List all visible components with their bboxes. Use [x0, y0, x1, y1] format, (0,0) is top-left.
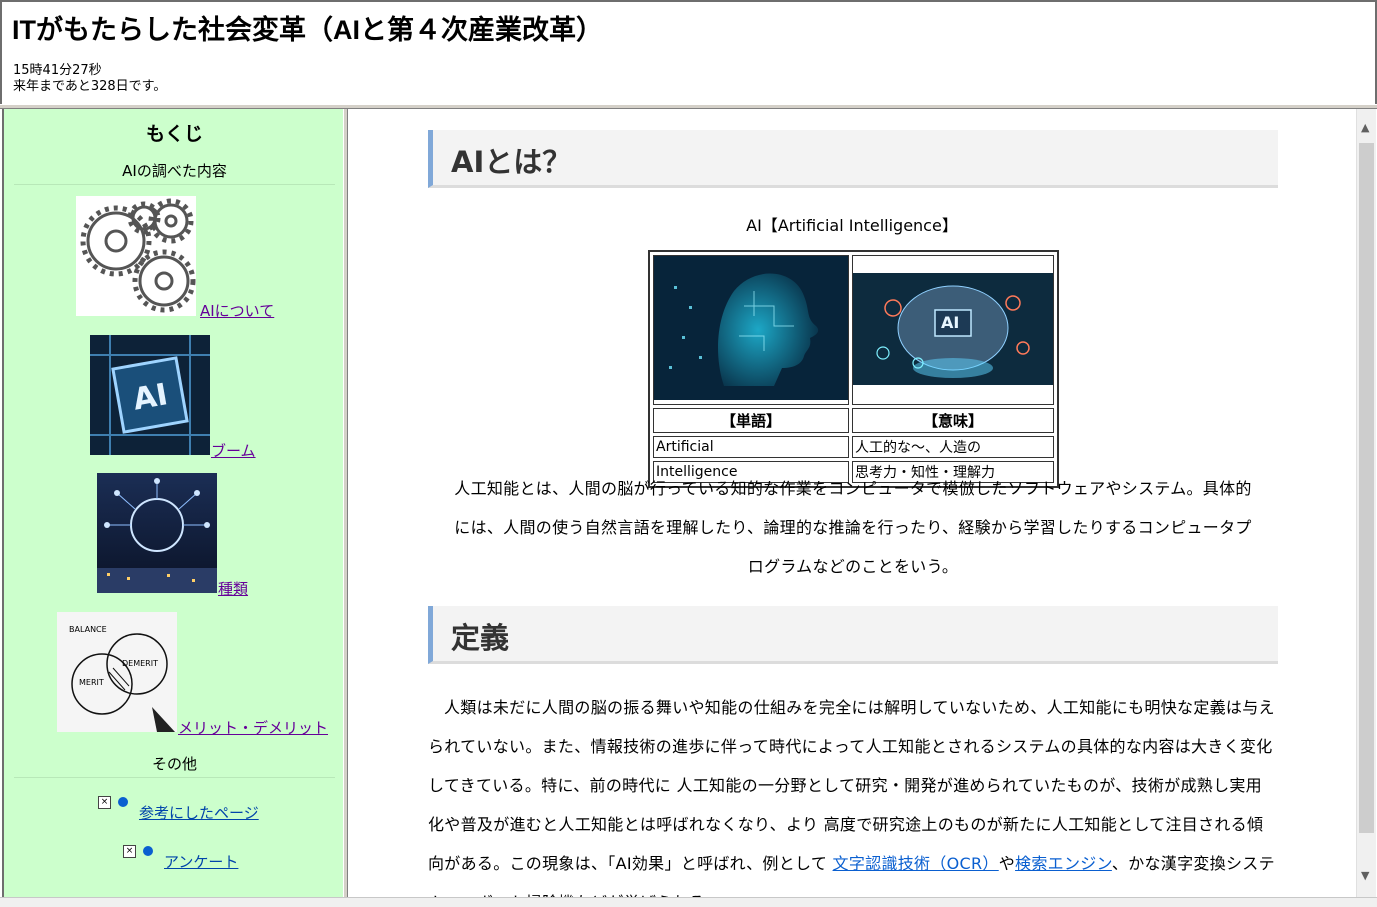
paragraph-ai-definition: 人工知能とは、人間の脳が行っている知的な作業をコンピュータで模倣したソフトウェア…	[454, 479, 1252, 576]
ai-caption: AI【Artificial Intelligence】	[746, 216, 958, 235]
sidebar-item-survey[interactable]: × アンケート	[123, 844, 343, 871]
broken-image-icon: ×	[123, 845, 136, 858]
sidebar-link-about-ai[interactable]: AIについて	[200, 300, 274, 321]
sidebar-item-references[interactable]: × 参考にしたページ	[98, 795, 338, 822]
diagram-label-balance: BALANCE	[69, 625, 107, 634]
ai-word-table: AI 【単語】 【意味】 Artificial 人工的な～、人造の Intell…	[648, 250, 1059, 488]
heading-text: 定義	[451, 621, 510, 655]
scroll-down-icon[interactable]: ▼	[1361, 869, 1369, 882]
sidebar-link-references[interactable]: 参考にしたページ	[139, 802, 259, 823]
scroll-up-icon[interactable]: ▲	[1361, 121, 1369, 134]
broken-image-icon: ×	[98, 796, 111, 809]
svg-text:AI: AI	[130, 377, 170, 417]
merit-demerit-diagram-icon[interactable]: BALANCE DEMERIT MERIT	[57, 612, 177, 732]
table-header-word: 【単語】	[653, 408, 849, 433]
content-frame: AIとは？ AI【Artificial Intelligence】 AI 【単語…	[348, 109, 1356, 906]
sidebar-link-types[interactable]: 種類	[218, 578, 248, 599]
countdown-text: 来年まであと328日です。	[13, 79, 167, 94]
heading-text: AIとは？	[451, 145, 572, 179]
brain-network-icon[interactable]	[97, 473, 217, 593]
content-scrollbar[interactable]: ▲ ▼	[1356, 109, 1376, 897]
link-search-engine[interactable]: 検索エンジン	[1015, 854, 1112, 873]
diagram-label-demerit: DEMERIT	[122, 659, 158, 668]
sidebar-section-ai: AIの調べた内容	[14, 160, 335, 185]
header-frame: ITがもたらした社会変革（AIと第４次産業改革） 15時41分27秒 来年まであ…	[0, 0, 1377, 106]
table-cell: Artificial	[653, 436, 849, 458]
page-title: ITがもたらした社会変革（AIと第４次産業改革）	[12, 15, 603, 45]
sidebar-link-merit-demerit[interactable]: メリット・デメリット	[178, 717, 328, 738]
table-image-cell: AI	[852, 255, 1054, 405]
current-time: 15時41分27秒	[13, 63, 102, 78]
table-row: Artificial 人工的な～、人造の	[653, 436, 1054, 458]
clock: 15時41分27秒 来年まであと328日です。	[13, 63, 166, 95]
link-ocr[interactable]: 文字認識技術（OCR）	[833, 854, 999, 873]
sidebar-section-other: その他	[14, 753, 335, 778]
gears-icon[interactable]	[76, 196, 196, 316]
section-heading-definition: 定義	[428, 606, 1278, 664]
image-ai-label: AI	[941, 313, 960, 332]
ai-chip-icon[interactable]: AI	[90, 335, 210, 455]
section-heading-what-is-ai: AIとは？	[428, 130, 1278, 188]
bullet-icon	[143, 846, 153, 856]
table-image-cell	[653, 255, 849, 405]
sidebar-title: もくじ	[145, 124, 203, 145]
circuit-head-image	[654, 256, 848, 400]
paragraph-definition: 人類は未だに人間の脳の振る舞いや知能の仕組みを完全には解明していないため、人工知…	[428, 688, 1278, 906]
diagram-label-merit: MERIT	[79, 678, 104, 687]
paragraph-text: や	[998, 854, 1016, 873]
paragraph-text: 人類は未だに人間の脳の振る舞いや知能の仕組みを完全には解明していないため、人工知…	[428, 698, 1275, 873]
sidebar-link-survey[interactable]: アンケート	[164, 851, 238, 872]
sidebar-link-boom[interactable]: ブーム	[211, 440, 256, 461]
scroll-thumb[interactable]	[1359, 143, 1374, 833]
table-cell: 人工的な～、人造の	[852, 436, 1054, 458]
sidebar-frame: もくじ AIの調べた内容 AIについて AI ブーム 種類 BALANCE DE…	[2, 109, 345, 906]
bullet-icon	[118, 797, 128, 807]
table-header-meaning: 【意味】	[852, 408, 1054, 433]
